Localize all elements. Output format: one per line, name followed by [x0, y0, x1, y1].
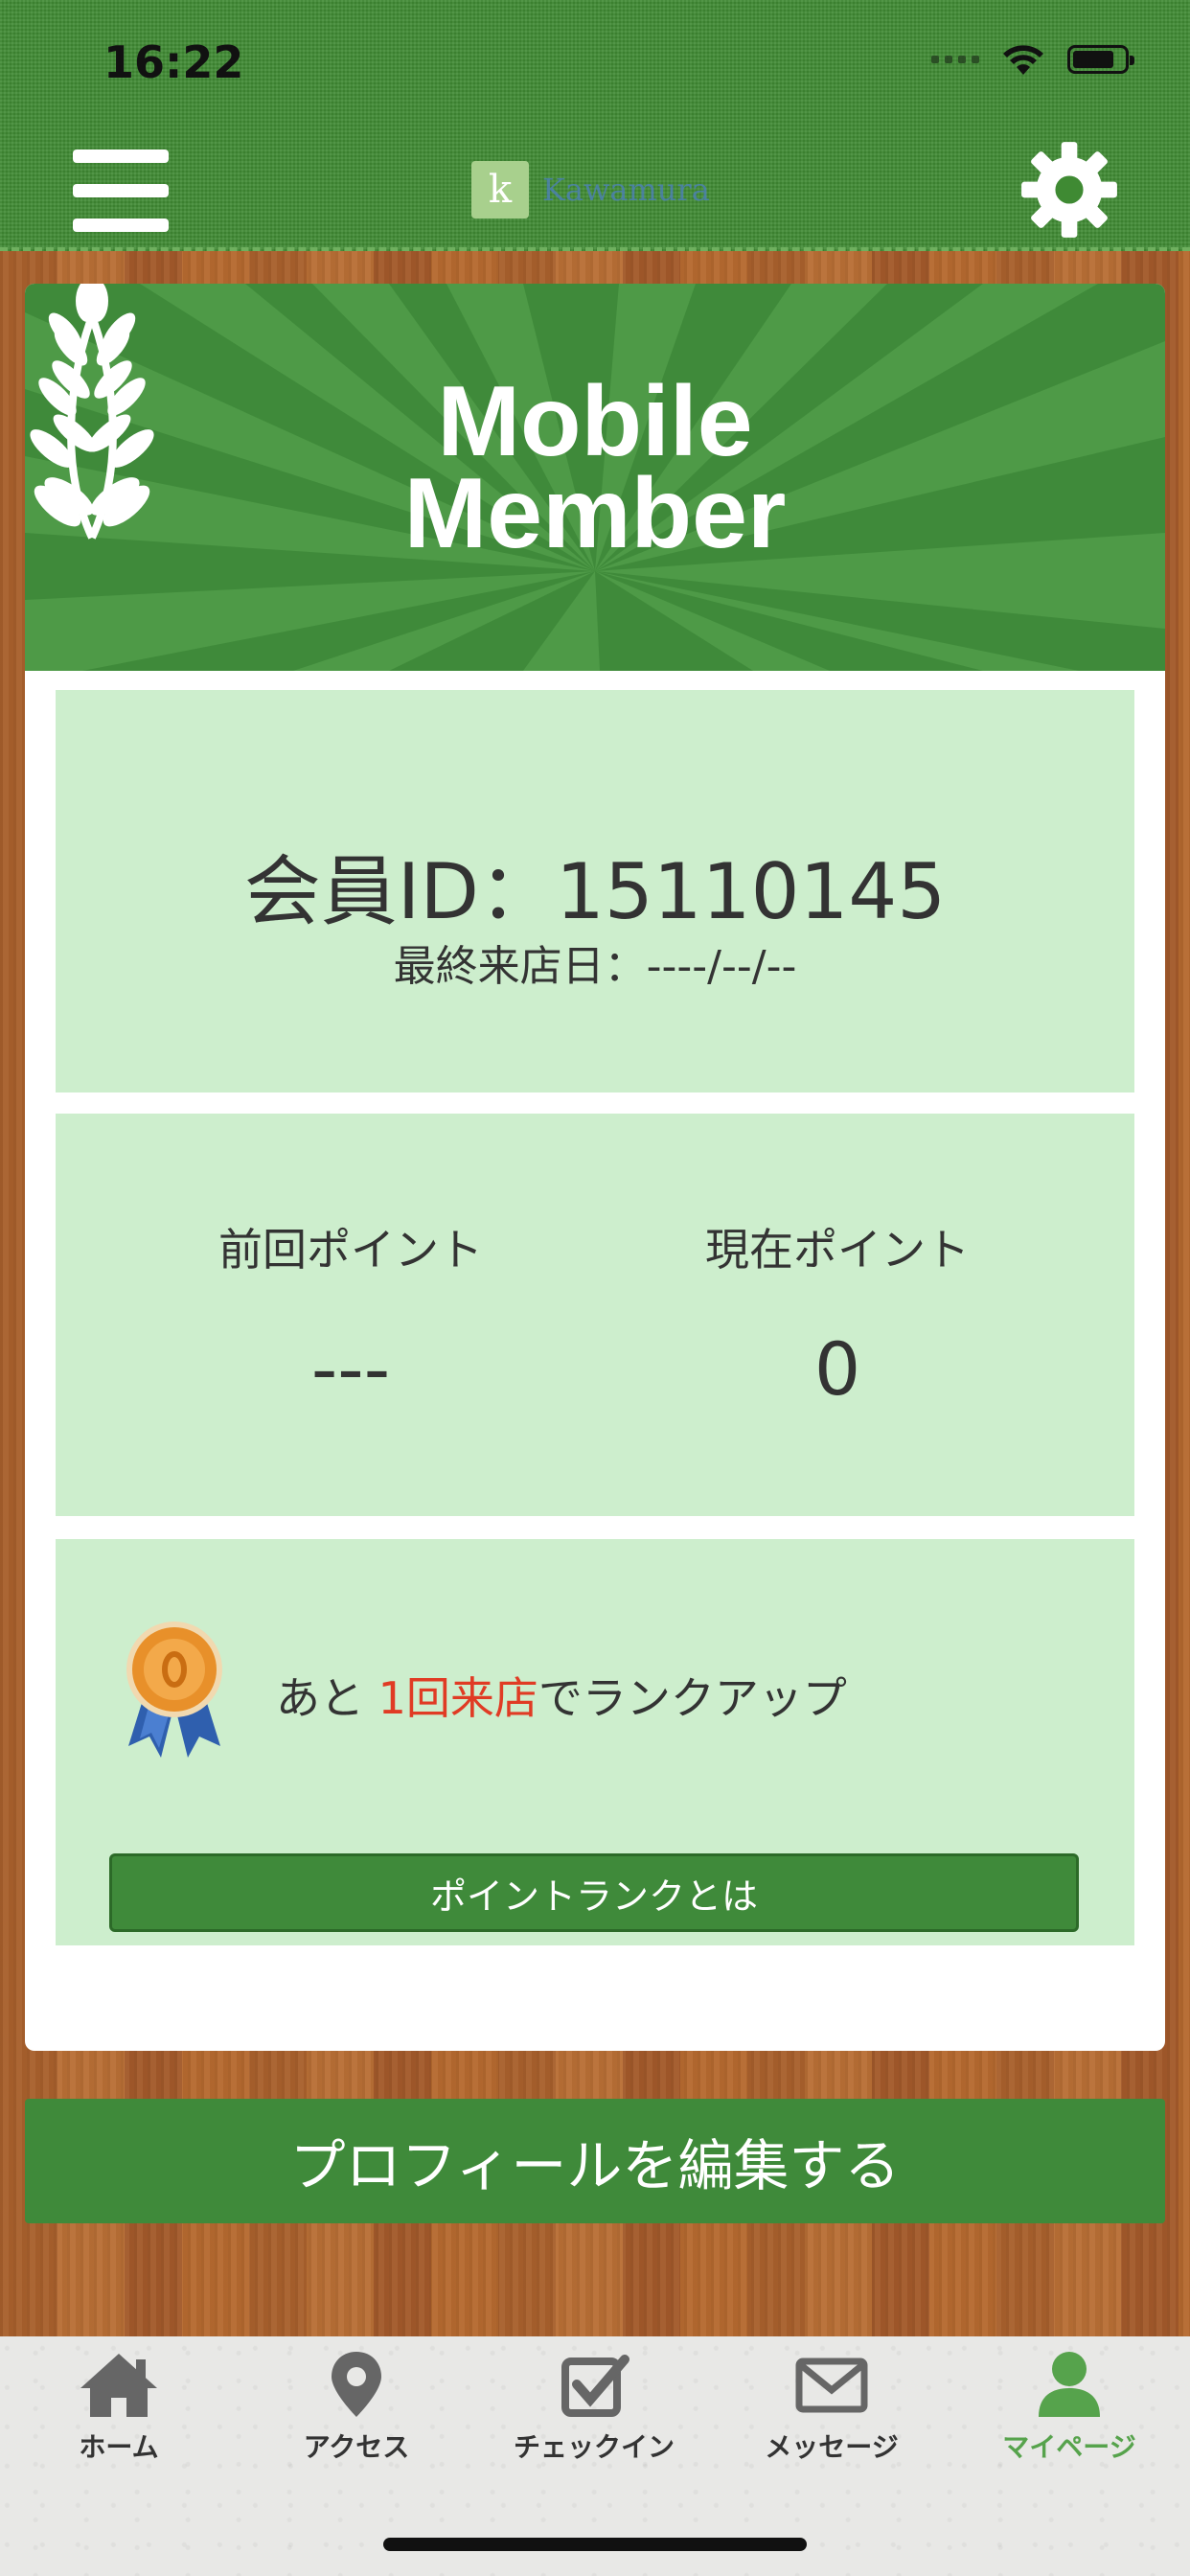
- gear-icon: [1021, 142, 1117, 238]
- tab-access[interactable]: アクセス: [241, 2350, 471, 2494]
- logo-letter: k: [471, 161, 529, 218]
- banner-title-line2: Member: [403, 458, 787, 569]
- banner-title-line1: Mobile: [437, 366, 753, 477]
- tab-home[interactable]: ホーム: [4, 2350, 234, 2494]
- banner-title: Mobile Member: [25, 366, 1165, 569]
- tab-access-label: アクセス: [303, 2431, 410, 2463]
- member-card: Mobile Member 会員ID：15110145 最終来店日：----/-…: [25, 284, 1165, 2051]
- app-header: 16:22 k Kawamura: [0, 0, 1190, 251]
- edit-profile-button[interactable]: プロフィールを編集する: [25, 2099, 1165, 2223]
- previous-points: 前回ポイント ---: [149, 1215, 552, 1412]
- current-points-value: 0: [813, 1326, 861, 1412]
- status-icons: [931, 42, 1134, 77]
- person-icon: [1039, 2352, 1100, 2417]
- member-id: 会員ID：15110145: [243, 847, 947, 936]
- rank-text-before: あと: [276, 1672, 378, 1724]
- current-points-label: 現在ポイント: [705, 1224, 970, 1276]
- home-indicator: [383, 2538, 807, 2551]
- current-points: 現在ポイント 0: [636, 1215, 1039, 1412]
- member-id-panel: 会員ID：15110145 最終来店日：----/--/--: [56, 690, 1134, 1092]
- point-rank-info-button[interactable]: ポイントランクとは: [109, 1853, 1079, 1932]
- cellular-signal-icon: [931, 56, 979, 63]
- member-banner: Mobile Member: [25, 284, 1165, 671]
- previous-points-label: 前回ポイント: [218, 1224, 483, 1276]
- settings-button[interactable]: [1019, 140, 1119, 240]
- medal-icon: [126, 1622, 222, 1758]
- tab-home-label: ホーム: [79, 2431, 159, 2463]
- points-panel: 前回ポイント --- 現在ポイント 0: [56, 1114, 1134, 1516]
- map-pin-icon: [332, 2352, 381, 2417]
- tab-mypage-label: マイページ: [1002, 2431, 1136, 2463]
- tab-message-label: メッセージ: [765, 2431, 899, 2463]
- envelope-icon: [795, 2358, 868, 2413]
- battery-icon: [1067, 45, 1134, 74]
- last-visit-date: 最終来店日：----/--/--: [393, 942, 797, 991]
- home-icon: [80, 2354, 157, 2417]
- checkin-icon: [561, 2355, 629, 2417]
- menu-button[interactable]: [73, 150, 169, 232]
- status-time: 16:22: [103, 36, 244, 88]
- rank-up-message: あと 1回来店でランクアップ: [276, 1664, 847, 1727]
- rank-panel: あと 1回来店でランクアップ ポイントランクとは: [56, 1539, 1134, 1945]
- app-logo: k Kawamura: [471, 161, 710, 218]
- rank-text-after: でランクアップ: [538, 1672, 847, 1724]
- tab-message[interactable]: メッセージ: [717, 2350, 947, 2494]
- tab-mypage[interactable]: マイページ: [954, 2350, 1184, 2494]
- rank-visits-needed: 1回来店: [378, 1672, 538, 1724]
- tab-checkin[interactable]: チェックイン: [479, 2350, 709, 2494]
- wifi-icon: [1003, 45, 1043, 75]
- tab-checkin-label: チェックイン: [513, 2431, 675, 2463]
- logo-text: Kawamura: [542, 172, 710, 208]
- previous-points-value: ---: [310, 1326, 391, 1412]
- laurel-right-icon: [44, 284, 154, 540]
